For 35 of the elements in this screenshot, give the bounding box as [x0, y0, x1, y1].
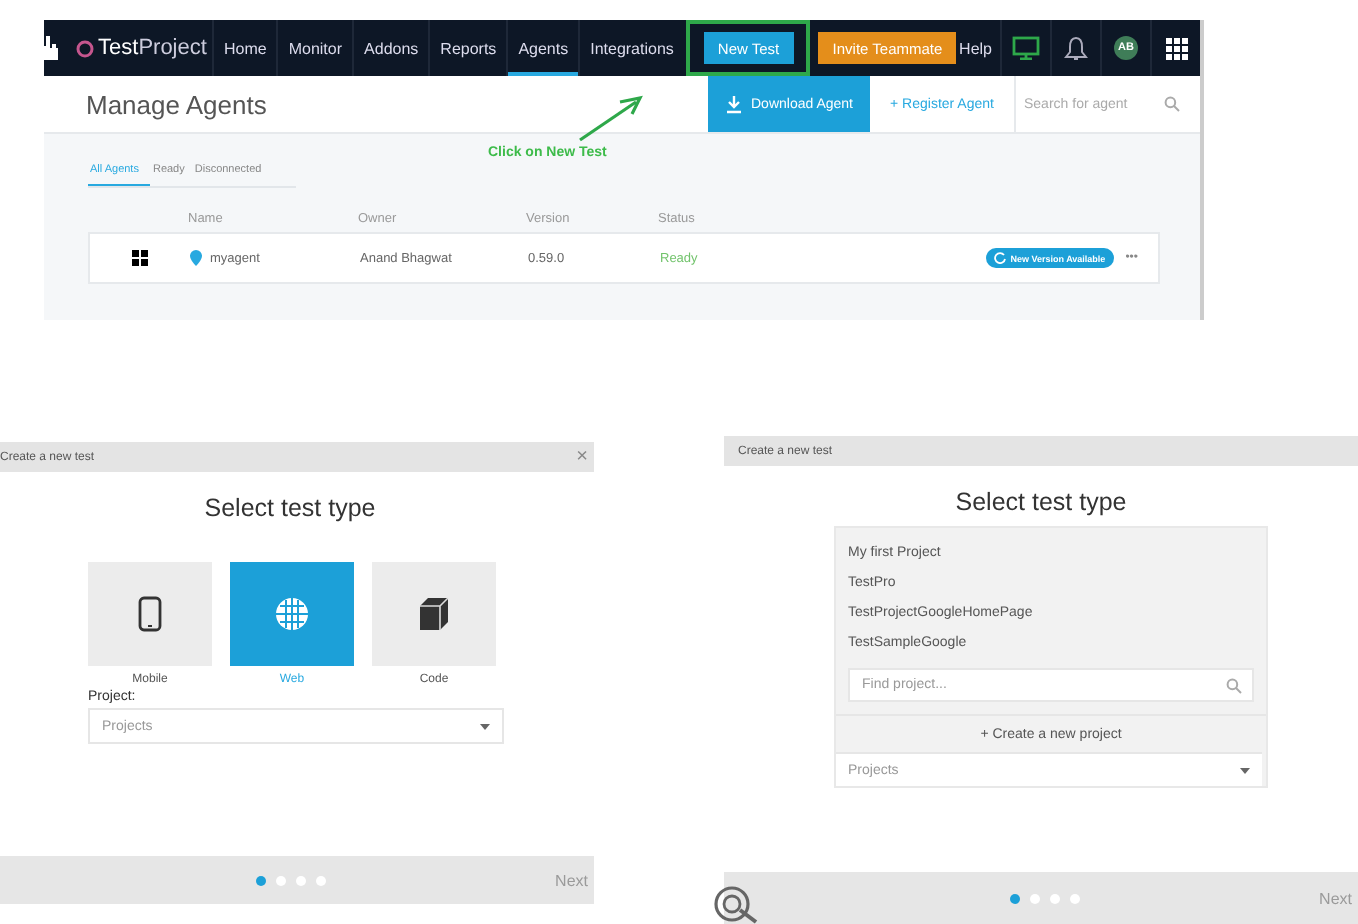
search-icon	[1164, 96, 1180, 112]
step-dot[interactable]	[1030, 893, 1040, 903]
step-dot[interactable]	[276, 875, 286, 885]
help-link[interactable]: Help	[959, 39, 992, 57]
step-dot[interactable]	[1050, 893, 1060, 903]
windows-icon	[132, 250, 148, 266]
hand-cursor-icon	[40, 34, 60, 62]
location-pin-icon	[190, 250, 202, 266]
test-type-tile[interactable]	[230, 562, 354, 666]
box-icon	[416, 596, 452, 632]
caret-icon	[480, 723, 490, 729]
refresh-icon	[994, 252, 1007, 264]
step-dot[interactable]	[1070, 893, 1080, 903]
monitor-icon	[1012, 36, 1040, 60]
dialog-heading: Select test type	[202, 494, 378, 526]
test-type-tile[interactable]	[88, 562, 212, 666]
apps-grid-icon	[1165, 37, 1187, 59]
annotation-arrow	[579, 95, 643, 142]
bell-icon	[1064, 35, 1088, 61]
brand-name: TestProject	[98, 36, 207, 60]
dialog-heading: Select test type	[953, 488, 1129, 520]
caret-icon	[1240, 767, 1250, 773]
logo-icon	[76, 39, 94, 57]
globe-icon	[274, 596, 310, 632]
step-dot[interactable]	[316, 875, 326, 885]
download-icon	[725, 95, 741, 113]
step-dot[interactable]	[1010, 893, 1020, 903]
close-button[interactable]: ×	[576, 446, 588, 468]
highlight-frame	[686, 20, 811, 76]
search-icon	[1226, 678, 1242, 694]
step-dot[interactable]	[296, 875, 306, 885]
step-dot[interactable]	[256, 875, 266, 885]
test-type-tile[interactable]	[372, 562, 496, 666]
phone-icon	[138, 596, 162, 632]
page-title: Manage Agents	[86, 89, 267, 119]
